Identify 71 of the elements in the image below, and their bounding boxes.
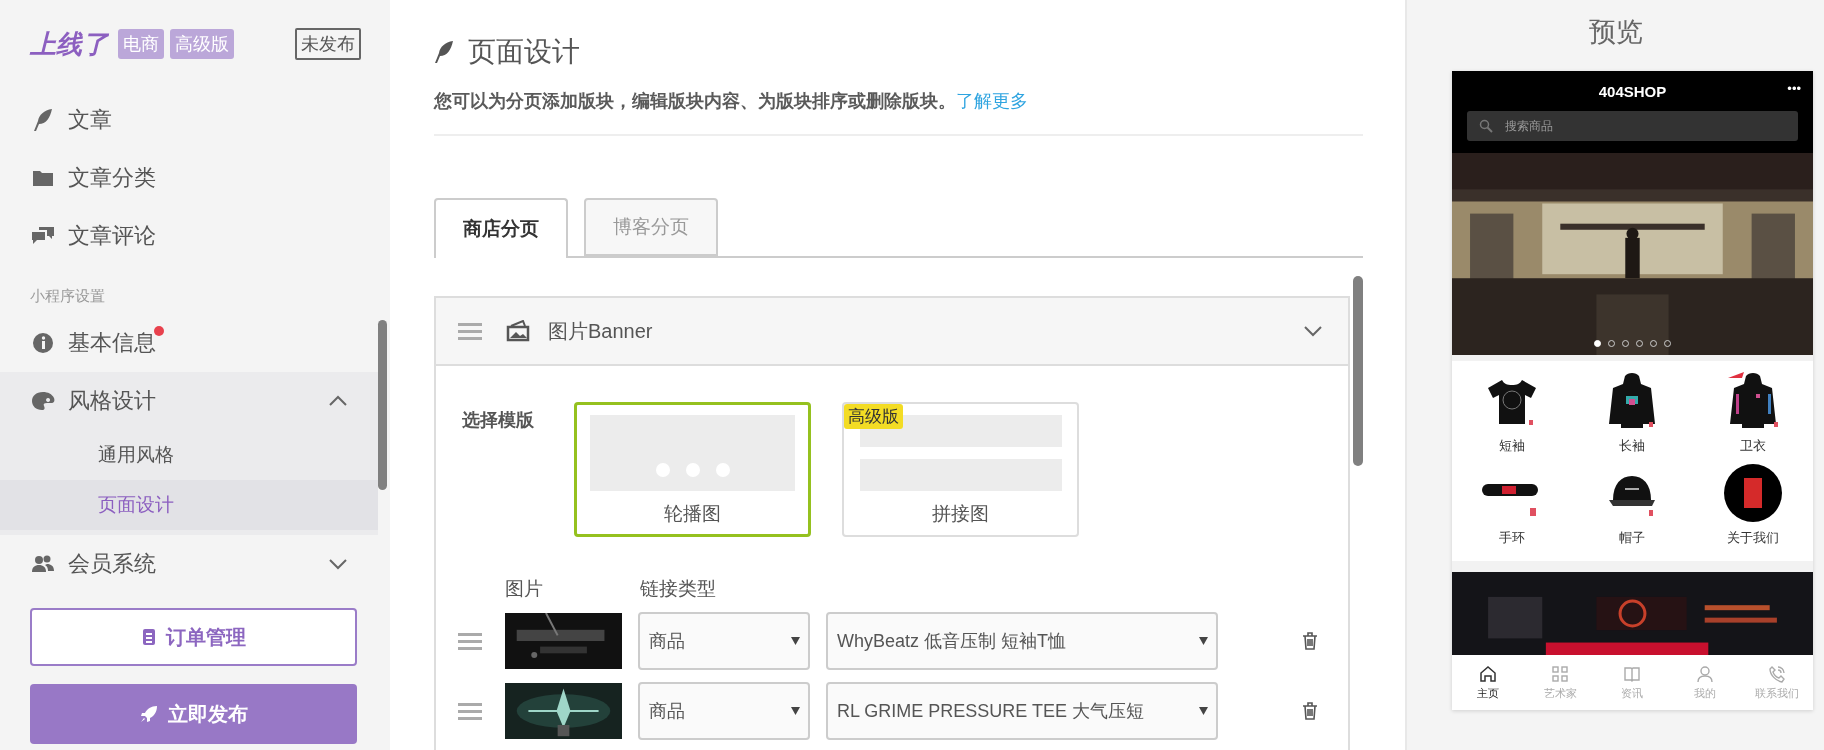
caret-icon xyxy=(791,707,800,715)
category-label[interactable]: 关于我们 xyxy=(1726,529,1779,547)
app-title: 404SHOP xyxy=(1598,82,1667,100)
nav-subitem[interactable]: 通用风格 xyxy=(0,430,378,480)
panel-title: 图片Banner xyxy=(548,318,653,344)
caret-icon xyxy=(1199,637,1208,645)
grid-icon xyxy=(1551,664,1570,683)
logo: 上线了 xyxy=(30,27,108,61)
nav-item[interactable]: 文章分类 xyxy=(0,149,378,207)
delete-icon[interactable] xyxy=(1302,702,1318,720)
panel-header[interactable]: 图片Banner xyxy=(436,298,1348,366)
comments-icon xyxy=(31,226,55,246)
search-icon xyxy=(1479,119,1493,133)
book-icon xyxy=(1623,664,1642,683)
user-icon xyxy=(1695,664,1714,683)
category-label[interactable]: 卫衣 xyxy=(1739,437,1766,455)
more-menu[interactable]: ••• xyxy=(1787,81,1801,96)
field-label: 选择模版 xyxy=(462,409,535,432)
caret-icon xyxy=(791,637,800,645)
list-icon xyxy=(141,628,156,646)
search-field[interactable]: 搜索商品 xyxy=(1467,111,1798,141)
drag-handle-icon[interactable] xyxy=(458,702,482,720)
caret-icon xyxy=(1199,707,1208,715)
select-field[interactable]: RL GRIME PRESSURE TEE 大气压短 xyxy=(826,682,1218,740)
category-label[interactable]: 短袖 xyxy=(1499,437,1526,455)
drag-handle-icon[interactable] xyxy=(458,322,482,340)
image-icon xyxy=(506,320,530,342)
info-icon xyxy=(32,332,54,354)
tab-bar-item[interactable]: 主页 xyxy=(1458,664,1519,701)
category-label[interactable]: 帽子 xyxy=(1619,529,1646,547)
column-header: 图片 xyxy=(505,577,544,601)
nav-item[interactable]: 文章评论 xyxy=(0,207,378,265)
nav-item[interactable]: 文章 xyxy=(0,91,378,149)
nav-item[interactable]: 会员系统 xyxy=(0,535,378,593)
delete-icon[interactable] xyxy=(1302,632,1318,650)
nav-item[interactable]: 基本信息 xyxy=(0,314,378,372)
category-label[interactable]: 长袖 xyxy=(1619,437,1646,455)
phone-icon xyxy=(1767,664,1786,683)
description: 您可以为分页添加版块，编辑版块内容、为版块排序或删除版块。了解更多 xyxy=(434,90,1029,113)
template-card[interactable]: 轮播图 xyxy=(574,402,811,537)
preview-title: 预览 xyxy=(1587,16,1644,49)
select-field[interactable]: WhyBeatz 低音压制 短袖T恤 xyxy=(826,612,1218,670)
feather-icon xyxy=(33,108,53,132)
nav-subitem[interactable]: 页面设计 xyxy=(0,480,378,530)
status-badge: 未发布 xyxy=(295,28,361,60)
scrollbar-thumb[interactable] xyxy=(1353,276,1363,466)
palette-icon xyxy=(31,391,55,411)
select-field[interactable]: 商品 xyxy=(638,612,810,670)
edition-badge: 高级版 xyxy=(170,29,234,59)
nav-item[interactable]: 风格设计 xyxy=(0,372,378,430)
tab[interactable]: 商店分页 xyxy=(434,198,568,258)
home-icon xyxy=(1479,664,1498,683)
template-card[interactable]: 高级版 拼接图 xyxy=(842,402,1079,537)
rocket-icon xyxy=(139,705,158,723)
category-label[interactable]: 手环 xyxy=(1499,529,1526,547)
select-field[interactable]: 商品 xyxy=(638,682,810,740)
users-icon xyxy=(31,554,55,574)
folder-icon xyxy=(32,169,54,187)
drag-handle-icon[interactable] xyxy=(458,632,482,650)
premium-badge: 高级版 xyxy=(844,404,903,429)
scrollbar-thumb[interactable] xyxy=(378,320,387,490)
template-label: 轮播图 xyxy=(664,502,721,526)
publish-button[interactable]: 立即发布 xyxy=(30,684,357,744)
order-management-button[interactable]: 订单管理 xyxy=(30,608,357,666)
column-header: 链接类型 xyxy=(640,577,716,601)
section-label: 小程序设置 xyxy=(30,287,105,306)
page-title: 页面设计 xyxy=(468,35,580,69)
template-label: 拼接图 xyxy=(932,502,989,526)
edition-badge: 电商 xyxy=(118,29,164,59)
logo-icon xyxy=(1723,464,1782,522)
feather-icon xyxy=(434,40,454,64)
